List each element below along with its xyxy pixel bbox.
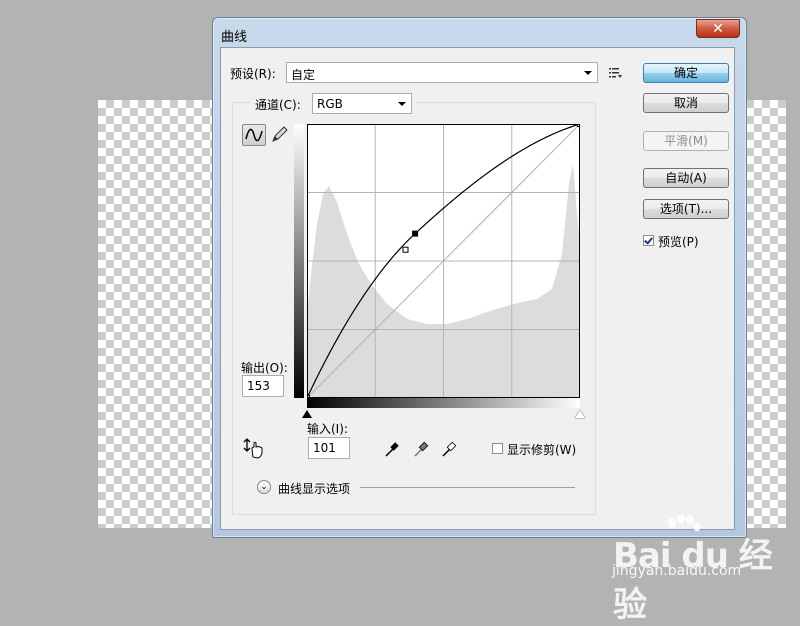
group-border-top-left xyxy=(232,102,250,103)
output-field[interactable]: 153 xyxy=(242,375,284,397)
chevron-down-icon xyxy=(584,71,592,75)
group-border-bottom xyxy=(232,514,596,515)
preset-value: 自定 xyxy=(291,68,316,82)
chevron-down-icon xyxy=(398,102,406,106)
ok-button[interactable]: 确定 xyxy=(643,63,729,83)
curve-control-point-selected[interactable] xyxy=(412,230,419,237)
close-button[interactable]: ✕ xyxy=(696,19,740,38)
white-point-eyedropper-icon[interactable] xyxy=(441,440,457,458)
preset-options-menu-icon[interactable] xyxy=(609,67,623,79)
black-point-eyedropper-icon[interactable] xyxy=(384,440,400,458)
channel-select[interactable]: RGB xyxy=(312,93,412,114)
options-separator xyxy=(360,487,575,488)
options-button[interactable]: 选项(T)... xyxy=(643,199,729,219)
curve-display-options-label: 曲线显示选项 xyxy=(278,482,351,496)
watermark-url: jingyan.baidu.com xyxy=(612,563,742,579)
white-point-slider[interactable] xyxy=(575,410,585,418)
input-field[interactable]: 101 xyxy=(308,437,350,459)
pencil-icon xyxy=(272,126,288,142)
on-image-adjust-hand-icon[interactable] xyxy=(243,437,267,459)
preview-label: 预览(P) xyxy=(658,235,699,249)
black-point-slider[interactable] xyxy=(302,410,312,418)
double-chevron-down-icon: ⌄ xyxy=(260,482,268,492)
auto-button[interactable]: 自动(A) xyxy=(643,168,729,188)
pencil-tool-button[interactable] xyxy=(268,124,292,146)
curve-control-point[interactable] xyxy=(402,246,409,253)
output-label: 输出(O): xyxy=(241,361,288,375)
preset-select[interactable]: 自定 xyxy=(286,62,598,83)
smooth-button[interactable]: 平滑(M) xyxy=(643,131,729,151)
curve-edit-tool-button[interactable] xyxy=(242,124,266,146)
window-title: 曲线 xyxy=(221,30,248,45)
input-gradient-bar xyxy=(307,398,580,408)
title-bar[interactable]: 曲线 ✕ xyxy=(213,18,746,48)
cancel-button[interactable]: 取消 xyxy=(643,93,729,113)
channel-value: RGB xyxy=(317,97,343,111)
gray-point-eyedropper-icon[interactable] xyxy=(413,440,429,458)
curve-wave-icon xyxy=(245,128,263,142)
output-gradient-bar xyxy=(294,124,304,398)
channel-label: 通道(C): xyxy=(255,98,301,112)
curves-graph[interactable] xyxy=(307,124,580,398)
input-label: 输入(I): xyxy=(307,422,348,436)
show-clipping-checkbox[interactable] xyxy=(492,443,503,454)
preview-checkbox[interactable] xyxy=(643,235,654,246)
group-border-left xyxy=(232,102,233,514)
group-border-top-right xyxy=(416,102,596,103)
preset-label: 预设(R): xyxy=(230,67,276,81)
group-border-right xyxy=(595,102,596,514)
curve-options-expand-button[interactable]: ⌄ xyxy=(257,480,271,494)
show-clipping-label: 显示修剪(W) xyxy=(507,443,577,457)
